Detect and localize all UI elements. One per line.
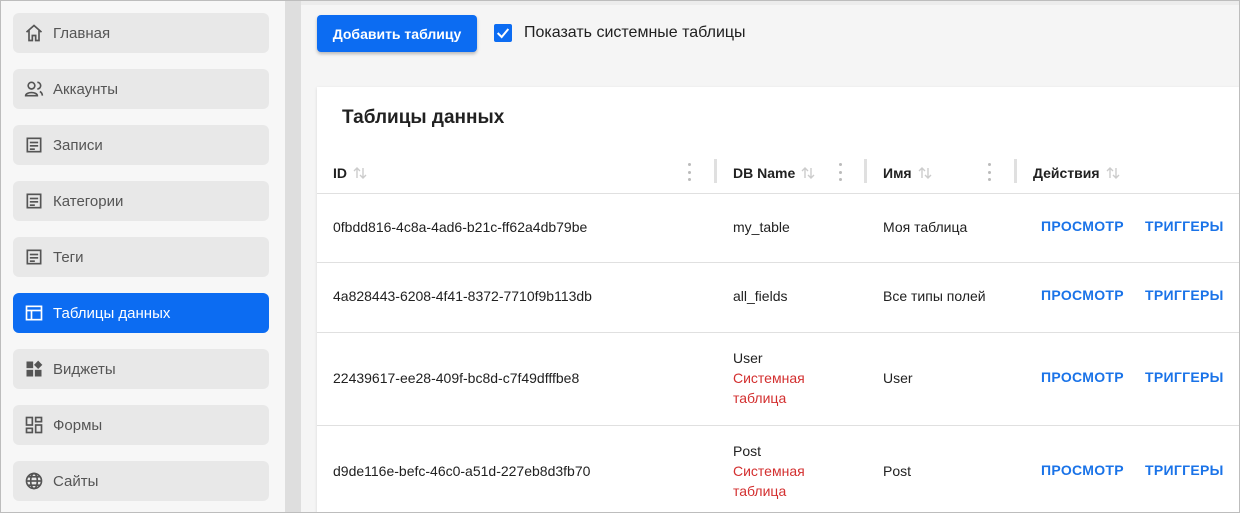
sidebar-item-label: Виджеты <box>53 360 116 378</box>
sort-icon[interactable] <box>918 166 932 180</box>
db-name-text: Post <box>733 443 762 459</box>
sidebar-item-forms[interactable]: Формы <box>13 405 269 445</box>
cell-id: 22439617-ee28-409f-bc8d-c7f49dfffbe8 <box>333 370 580 386</box>
column-header-actions[interactable]: Действия <box>1033 162 1120 184</box>
sidebar-item-label: Главная <box>53 24 111 42</box>
sidebar-item-label: Формы <box>53 416 103 434</box>
sidebar-item-label: Теги <box>53 248 84 266</box>
show-system-tables-label[interactable]: Показать системные таблицы <box>524 24 746 42</box>
system-table-tag: Системная <box>733 463 805 479</box>
column-header-label: Имя <box>883 165 912 181</box>
system-table-tag: Системная <box>733 370 805 386</box>
triggers-button[interactable]: ТРИГГЕРЫ <box>1145 287 1224 303</box>
db-name-text: User <box>733 350 763 366</box>
column-separator[interactable] <box>864 159 867 183</box>
users-icon <box>23 78 45 100</box>
sidebar-item-widgets[interactable]: Виджеты <box>13 349 269 389</box>
card-title: Таблицы данных <box>342 107 505 128</box>
view-button[interactable]: ПРОСМОТР <box>1041 218 1124 234</box>
column-menu-icon[interactable] <box>986 163 992 181</box>
sidebar-item-home[interactable]: Главная <box>13 13 269 53</box>
sidebar-item-label: Категории <box>53 192 124 210</box>
column-header-label: DB Name <box>733 165 796 181</box>
cell-db-name: my_table <box>733 219 790 235</box>
table-icon <box>23 302 45 324</box>
globe-icon <box>23 470 45 492</box>
sidebar-item-label: Таблицы данных <box>53 304 171 322</box>
sort-icon[interactable] <box>801 166 815 180</box>
sidebar-item-tags[interactable]: Теги <box>13 237 269 277</box>
document-icon <box>23 190 45 212</box>
data-tables-card: Таблицы данных ID DB Name Имя Действия 0… <box>317 87 1240 513</box>
triggers-button[interactable]: ТРИГГЕРЫ <box>1145 462 1224 478</box>
show-system-tables-checkbox[interactable] <box>494 24 512 42</box>
cell-db-name: User Системная таблица <box>733 348 805 408</box>
column-header-label: ID <box>333 165 347 181</box>
sidebar-scrollbar[interactable] <box>285 0 301 513</box>
document-icon <box>23 134 45 156</box>
sidebar-item-sites[interactable]: Сайты <box>13 461 269 501</box>
cell-name: User <box>883 370 913 386</box>
add-table-button[interactable]: Добавить таблицу <box>317 15 477 52</box>
view-button[interactable]: ПРОСМОТР <box>1041 462 1124 478</box>
forms-icon <box>23 414 45 436</box>
row-divider <box>317 425 1240 426</box>
column-header-name[interactable]: Имя <box>883 162 932 184</box>
view-button[interactable]: ПРОСМОТР <box>1041 369 1124 385</box>
widgets-icon <box>23 358 45 380</box>
cell-id: 4a828443-6208-4f41-8372-7710f9b113db <box>333 288 592 304</box>
home-icon <box>23 22 45 44</box>
sidebar-item-data-tables[interactable]: Таблицы данных <box>13 293 269 333</box>
sort-icon[interactable] <box>1106 166 1120 180</box>
row-divider <box>317 332 1240 333</box>
column-header-label: Действия <box>1033 165 1100 181</box>
triggers-button[interactable]: ТРИГГЕРЫ <box>1145 369 1224 385</box>
top-divider <box>301 0 1240 5</box>
column-menu-icon[interactable] <box>686 163 692 181</box>
sidebar-item-posts[interactable]: Записи <box>13 125 269 165</box>
column-menu-icon[interactable] <box>837 163 843 181</box>
view-button[interactable]: ПРОСМОТР <box>1041 287 1124 303</box>
system-table-tag: таблица <box>733 390 787 406</box>
sidebar-item-label: Аккаунты <box>53 80 119 98</box>
column-separator[interactable] <box>714 159 717 183</box>
sidebar-item-label: Сайты <box>53 472 99 490</box>
column-header-id[interactable]: ID <box>333 162 367 184</box>
cell-name: Post <box>883 463 912 479</box>
cell-id: d9de116e-befc-46c0-a51d-227eb8d3fb70 <box>333 463 591 479</box>
sidebar-item-label: Записи <box>53 136 103 154</box>
cell-id: 0fbdd816-4c8a-4ad6-b21c-ff62a4db79be <box>333 219 588 235</box>
column-header-dbname[interactable]: DB Name <box>733 162 815 184</box>
cell-name: Моя таблица <box>883 219 968 235</box>
cell-db-name: Post Системная таблица <box>733 441 805 501</box>
system-table-tag: таблица <box>733 483 787 499</box>
sidebar-item-categories[interactable]: Категории <box>13 181 269 221</box>
cell-name: Все типы полей <box>883 288 986 304</box>
column-separator[interactable] <box>1014 159 1017 183</box>
row-divider <box>317 262 1240 263</box>
sidebar-item-accounts[interactable]: Аккаунты <box>13 69 269 109</box>
triggers-button[interactable]: ТРИГГЕРЫ <box>1145 218 1224 234</box>
sort-icon[interactable] <box>353 166 367 180</box>
sidebar: Главная Аккаунты Записи Категории Теги Т… <box>0 0 285 513</box>
cell-db-name: all_fields <box>733 288 788 304</box>
checkmark-icon <box>496 28 510 39</box>
document-icon <box>23 246 45 268</box>
main-content: Добавить таблицу Показать системные табл… <box>301 0 1240 513</box>
header-divider <box>317 193 1240 194</box>
